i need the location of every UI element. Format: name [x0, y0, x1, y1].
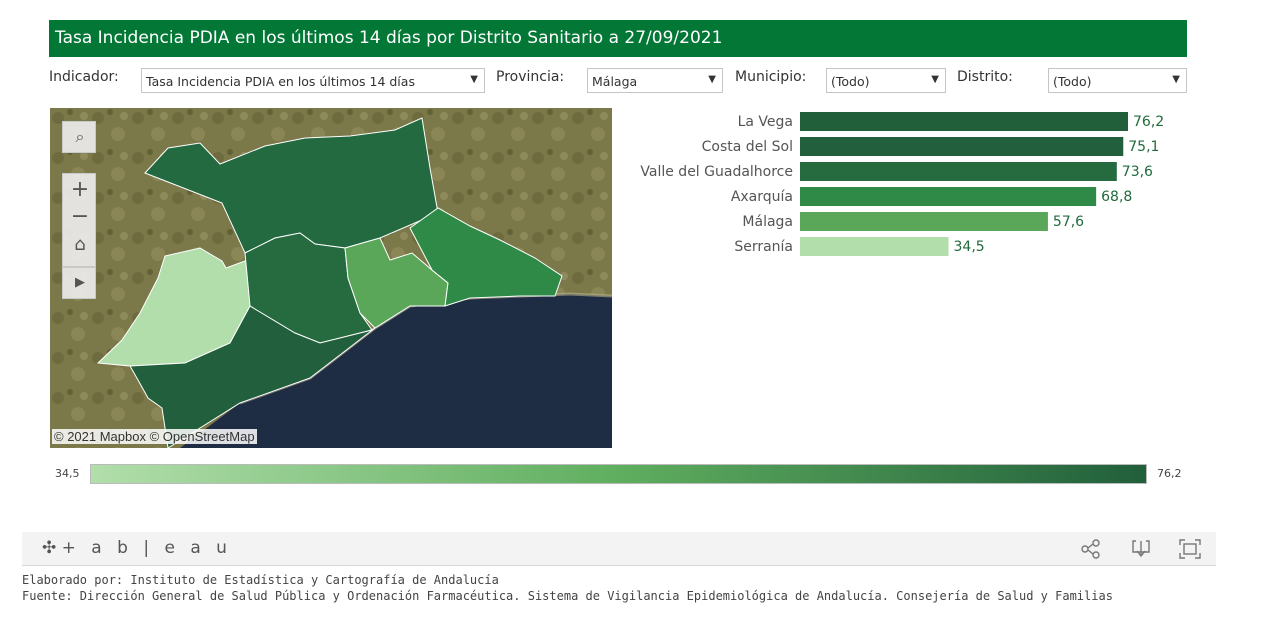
- indicador-label: Indicador:: [49, 69, 119, 85]
- map-canvas: [50, 108, 612, 448]
- distrito-label: Distrito:: [957, 69, 1013, 85]
- credits-fuente: Fuente: Dirección General de Salud Públi…: [22, 589, 1113, 603]
- value-label: 68,8: [1101, 189, 1132, 205]
- municipio-dropdown[interactable]: (Todo) ▼: [826, 68, 946, 93]
- page-title: Tasa Incidencia PDIA en los últimos 14 d…: [55, 28, 723, 48]
- dropdown-arrow-icon: ▼: [1172, 74, 1180, 85]
- category-label: Serranía: [734, 239, 793, 255]
- category-label: La Vega: [738, 114, 793, 130]
- distrito-value: (Todo): [1053, 74, 1092, 89]
- value-label: 73,6: [1122, 164, 1153, 180]
- color-legend-bar: [90, 464, 1147, 484]
- color-legend-min: 34,5: [55, 467, 80, 480]
- map-expand-button[interactable]: ▶: [62, 267, 96, 299]
- map-attribution[interactable]: © 2021 Mapbox © OpenStreetMap: [52, 429, 257, 444]
- color-legend-max: 76,2: [1157, 467, 1182, 480]
- bar[interactable]: [800, 162, 1117, 181]
- dropdown-arrow-icon: ▼: [708, 74, 716, 85]
- category-label: Málaga: [742, 214, 793, 230]
- indicador-value: Tasa Incidencia PDIA en los últimos 14 d…: [146, 74, 415, 89]
- play-icon: ▶: [75, 275, 85, 290]
- district-map[interactable]: © 2021 Mapbox © OpenStreetMap: [50, 108, 612, 448]
- category-label: Axarquía: [731, 189, 793, 205]
- map-search-button[interactable]: ⌕: [62, 121, 96, 153]
- municipio-value: (Todo): [831, 74, 870, 89]
- bar[interactable]: [800, 112, 1128, 131]
- share-icon[interactable]: [1079, 538, 1103, 560]
- bar[interactable]: [800, 137, 1124, 156]
- zoom-controls: + − ⌂: [62, 173, 96, 267]
- credits-elaborado: Elaborado por: Instituto de Estadística …: [22, 573, 499, 587]
- value-label: 57,6: [1053, 214, 1084, 230]
- category-label: Costa del Sol: [702, 139, 793, 155]
- value-label: 34,5: [954, 239, 985, 255]
- value-label: 76,2: [1133, 114, 1164, 130]
- dropdown-arrow-icon: ▼: [931, 74, 939, 85]
- value-label: 75,1: [1128, 139, 1159, 155]
- provincia-dropdown[interactable]: Málaga ▼: [587, 68, 723, 93]
- tableau-cross-icon: ✣: [42, 538, 62, 558]
- search-icon: ⌕: [75, 127, 85, 146]
- indicador-dropdown[interactable]: Tasa Incidencia PDIA en los últimos 14 d…: [141, 68, 485, 93]
- distrito-dropdown[interactable]: (Todo) ▼: [1048, 68, 1187, 93]
- zoom-out-icon[interactable]: −: [63, 204, 97, 229]
- municipio-label: Municipio:: [735, 69, 807, 85]
- bar-chart: La Vega 76,2 Costa del Sol 75,1 Valle del Gu…: [640, 112, 1164, 256]
- bar[interactable]: [800, 237, 949, 256]
- tableau-footer: ✣ + a b | e a u: [22, 532, 1216, 566]
- title-bar: Tasa Incidencia PDIA en los últimos 14 d…: [49, 20, 1187, 57]
- provincia-label: Provincia:: [496, 69, 565, 85]
- download-icon[interactable]: [1129, 538, 1153, 560]
- provincia-value: Málaga: [592, 74, 638, 89]
- fullscreen-icon[interactable]: [1178, 538, 1202, 560]
- tableau-logo[interactable]: ✣ + a b | e a u: [42, 538, 232, 558]
- dropdown-arrow-icon: ▼: [470, 74, 478, 85]
- zoom-in-icon[interactable]: +: [63, 177, 97, 202]
- category-label: Valle del Guadalhorce: [640, 164, 793, 180]
- bar[interactable]: [800, 187, 1097, 206]
- bar[interactable]: [800, 212, 1048, 231]
- home-icon[interactable]: ⌂: [63, 234, 97, 255]
